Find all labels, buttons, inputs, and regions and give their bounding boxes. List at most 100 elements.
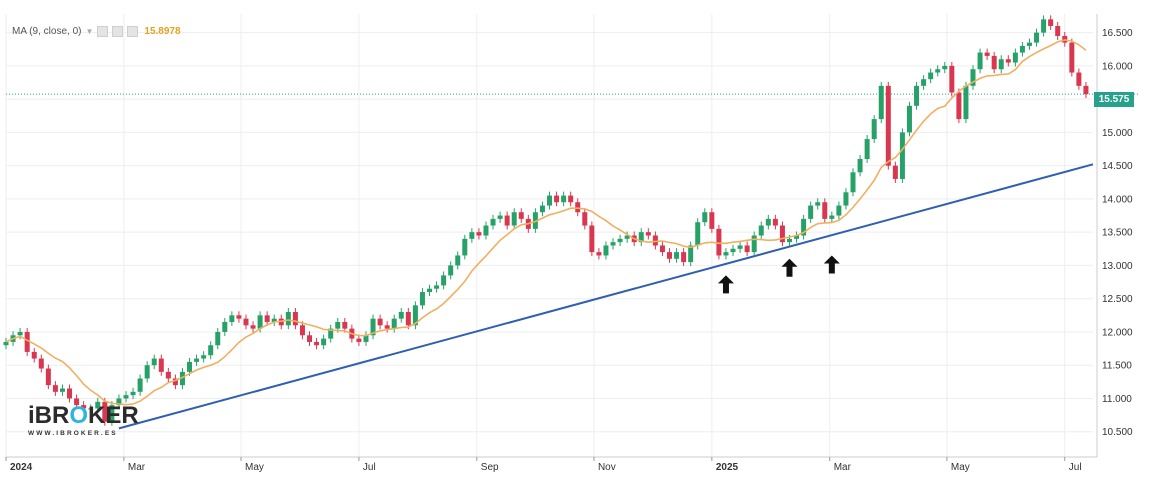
x-tick-label: May bbox=[951, 462, 970, 473]
candle-body bbox=[1019, 45, 1025, 53]
candle-body bbox=[321, 338, 327, 346]
gear-icon[interactable] bbox=[112, 26, 124, 37]
candle-body bbox=[921, 79, 927, 86]
candle-body bbox=[709, 212, 715, 229]
price-chart[interactable]: 10.500 11.000 11.500 12.000 12.500 13.000 13.5… bbox=[0, 0, 1149, 491]
candle-body bbox=[158, 358, 164, 372]
moving-average bbox=[5, 39, 1087, 406]
broker-logo: iBROKER WWW.IBROKER.ES bbox=[28, 404, 152, 438]
candle-body bbox=[730, 248, 736, 253]
candle-body bbox=[815, 202, 821, 206]
candle-body bbox=[236, 315, 242, 319]
candle-body bbox=[518, 212, 524, 219]
candle-body bbox=[568, 195, 574, 203]
candle-body bbox=[652, 235, 658, 246]
candle-body bbox=[222, 321, 228, 332]
candle-body bbox=[857, 159, 863, 173]
candle-body bbox=[723, 252, 729, 256]
y-axis: 10.500 11.000 11.500 12.000 12.500 13.000 13.5… bbox=[1096, 14, 1133, 457]
candle-body bbox=[935, 69, 941, 73]
candles bbox=[3, 15, 1089, 426]
y-tick-label: 10.500 bbox=[1102, 427, 1133, 438]
indicator-legend: MA (9, close, 0) ▼ 15.8978 bbox=[12, 26, 181, 37]
candle-body bbox=[899, 132, 905, 179]
candle-body bbox=[914, 85, 920, 106]
candle-body bbox=[229, 315, 235, 322]
candle-body bbox=[695, 222, 701, 246]
candle-body bbox=[871, 119, 877, 140]
candle-body bbox=[483, 225, 489, 236]
indicator-value: 15.8978 bbox=[144, 26, 181, 37]
candle-body bbox=[737, 245, 743, 249]
candle-body bbox=[603, 245, 609, 256]
candle-body bbox=[427, 288, 433, 293]
last-price-label: 15.575 bbox=[1094, 92, 1134, 107]
candle-body bbox=[1083, 85, 1089, 95]
candle-body bbox=[67, 388, 73, 399]
candle-body bbox=[398, 311, 404, 319]
eye-icon[interactable] bbox=[97, 26, 109, 37]
candle-body bbox=[130, 391, 136, 396]
candle-body bbox=[307, 335, 313, 342]
candle-body bbox=[977, 52, 983, 70]
candle-body bbox=[469, 232, 475, 239]
candle-body bbox=[434, 285, 440, 289]
candle-body bbox=[751, 235, 757, 253]
candle-body bbox=[758, 225, 764, 236]
candle-body bbox=[949, 65, 955, 93]
x-tick-label: Sep bbox=[481, 462, 499, 473]
candle-body bbox=[462, 238, 468, 256]
y-tick-label: 14.500 bbox=[1102, 161, 1133, 172]
y-tick-label: 13.500 bbox=[1102, 228, 1133, 239]
y-tick-label: 11.500 bbox=[1102, 361, 1132, 372]
x-tick-label: Jul bbox=[363, 462, 376, 473]
candle-body bbox=[1069, 42, 1075, 73]
x-tick-label: 2025 bbox=[716, 462, 739, 473]
x-tick-label: May bbox=[245, 462, 264, 473]
logo-wordmark: iBROKER bbox=[28, 404, 152, 428]
candle-body bbox=[716, 228, 722, 256]
candle-body bbox=[335, 321, 341, 329]
indicator-name: MA (9, close, 0) bbox=[12, 26, 82, 37]
candle-body bbox=[645, 232, 651, 236]
candle-body bbox=[201, 355, 207, 359]
candle-body bbox=[765, 218, 771, 226]
candle-body bbox=[38, 358, 44, 369]
candle-body bbox=[476, 232, 482, 236]
y-tick-label: 16.500 bbox=[1102, 28, 1133, 39]
candle-body bbox=[1076, 72, 1082, 86]
candle-body bbox=[448, 265, 454, 276]
candle-body bbox=[31, 351, 37, 359]
candle-body bbox=[659, 245, 665, 253]
candle-body bbox=[963, 85, 969, 120]
y-tick-label: 14.000 bbox=[1102, 194, 1133, 205]
candle-body bbox=[1026, 42, 1032, 46]
candle-body bbox=[257, 315, 263, 329]
candle-body bbox=[187, 361, 193, 372]
candle-body bbox=[59, 388, 65, 392]
candle-body bbox=[864, 139, 870, 160]
y-tick-label: 12.500 bbox=[1102, 294, 1133, 305]
candle-body bbox=[356, 338, 362, 342]
candle-body bbox=[3, 341, 9, 346]
candle-body bbox=[829, 215, 835, 219]
candle-body bbox=[151, 358, 157, 366]
x-tick-label: Nov bbox=[598, 462, 616, 473]
candle-body bbox=[582, 212, 588, 226]
candle-body bbox=[991, 55, 997, 70]
grid bbox=[5, 14, 1138, 457]
candle-body bbox=[702, 212, 708, 223]
chevron-down-icon[interactable]: ▼ bbox=[85, 27, 93, 36]
candle-body bbox=[610, 242, 616, 246]
close-icon[interactable] bbox=[127, 26, 139, 37]
candle-body bbox=[998, 59, 1004, 70]
candle-body bbox=[942, 65, 948, 70]
candle-body bbox=[52, 385, 58, 392]
candle-body bbox=[137, 378, 143, 392]
candle-body bbox=[1005, 59, 1011, 63]
candle-body bbox=[575, 202, 581, 213]
candle-body bbox=[822, 202, 828, 219]
candle-body bbox=[1048, 19, 1054, 26]
candle-body bbox=[45, 368, 51, 386]
candle-body bbox=[292, 311, 298, 326]
